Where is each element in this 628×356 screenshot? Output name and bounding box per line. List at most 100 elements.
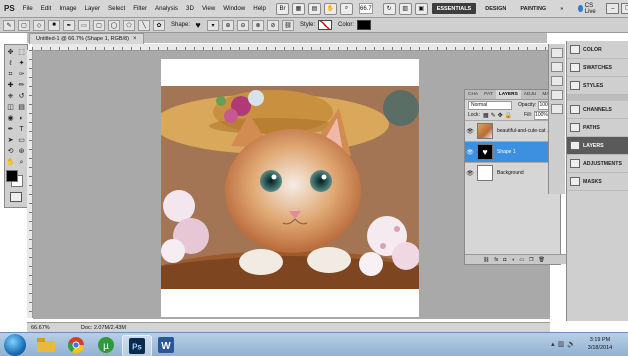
- workspace-design[interactable]: DESIGN: [480, 3, 511, 14]
- tool-preset-icon[interactable]: ✎: [3, 19, 15, 31]
- menu-image[interactable]: Image: [59, 5, 76, 12]
- rectangle-icon[interactable]: ▭: [78, 19, 90, 31]
- exclude-icon[interactable]: ⊘: [267, 19, 280, 31]
- actions-icon[interactable]: [551, 62, 563, 72]
- eyedropper-tool-icon[interactable]: ✑: [17, 70, 26, 79]
- dock-masks[interactable]: MASKS: [567, 173, 628, 191]
- quick-select-tool-icon[interactable]: ✦: [17, 59, 26, 68]
- rotate-view-icon[interactable]: ↻: [382, 2, 396, 15]
- document-tab[interactable]: Untitled-1 @ 66.7% (Shape 1, RGB/8) ×: [29, 33, 144, 44]
- dock-adjustments[interactable]: ADJUSTMENTS: [567, 155, 628, 173]
- polygon-icon[interactable]: ⬠: [123, 19, 135, 31]
- menu-layer[interactable]: Layer: [85, 5, 100, 12]
- close-tab-icon[interactable]: ×: [133, 36, 137, 42]
- info-icon[interactable]: [551, 76, 563, 86]
- fx-icon[interactable]: fx: [494, 257, 498, 263]
- add-mask-icon[interactable]: ◘: [503, 257, 506, 263]
- marquee-tool-icon[interactable]: ⬚: [17, 48, 26, 57]
- zoom-icon[interactable]: ⌕: [340, 2, 353, 15]
- shape-dropdown-icon[interactable]: ▾: [207, 19, 220, 31]
- tab-paths[interactable]: PAT: [481, 90, 496, 99]
- brush-tool-icon[interactable]: ✏: [17, 81, 26, 90]
- word-icon[interactable]: W: [152, 335, 180, 355]
- lock-position-icon[interactable]: ✥: [498, 112, 503, 119]
- foreground-color-swatch[interactable]: [6, 170, 18, 182]
- menu-file[interactable]: File: [23, 5, 33, 12]
- pen-tool-icon[interactable]: ✒: [6, 125, 15, 134]
- tab-layers[interactable]: LAYERS: [495, 90, 521, 99]
- lock-transparent-icon[interactable]: ▦: [483, 112, 489, 119]
- horizontal-ruler[interactable]: [32, 44, 550, 51]
- clock[interactable]: 3:19 PM 3/18/2014: [580, 336, 620, 352]
- gradient-tool-icon[interactable]: ▤: [17, 103, 26, 112]
- dodge-tool-icon[interactable]: ◐: [17, 114, 26, 123]
- subtract-icon[interactable]: ⊖: [237, 19, 250, 31]
- guides-icon[interactable]: ▤: [308, 2, 321, 15]
- status-doc-size[interactable]: Doc: 2.07M/2.43M: [81, 325, 126, 331]
- type-tool-icon[interactable]: T: [17, 125, 26, 134]
- ellipse-icon[interactable]: ◯: [108, 19, 120, 31]
- volume-icon[interactable]: 🔊: [567, 340, 576, 348]
- color-swatch[interactable]: [357, 20, 372, 30]
- hand-tool-icon[interactable]: ✋: [6, 158, 15, 167]
- character-icon[interactable]: [551, 90, 563, 100]
- lock-all-icon[interactable]: 🔒: [505, 112, 512, 119]
- menu-edit[interactable]: Edit: [41, 5, 52, 12]
- start-button[interactable]: [4, 334, 26, 356]
- tab-adjustments[interactable]: ADJU: [521, 90, 540, 99]
- new-group-icon[interactable]: ▭: [519, 257, 524, 263]
- workspace-painting[interactable]: PAINTING: [515, 3, 551, 14]
- healing-tool-icon[interactable]: ✚: [6, 81, 15, 90]
- pen-icon[interactable]: ✒: [63, 19, 75, 31]
- hand-icon[interactable]: ✋: [324, 2, 337, 15]
- bridge-icon[interactable]: Br: [276, 2, 289, 15]
- network-icon[interactable]: ▥: [558, 340, 565, 348]
- mini-bridge-icon[interactable]: ▦: [292, 2, 305, 15]
- intersect-icon[interactable]: ⊗: [252, 19, 265, 31]
- maximize-icon[interactable]: ❐: [621, 3, 628, 14]
- combine-icon[interactable]: ⊕: [222, 19, 235, 31]
- kitten-photo[interactable]: [161, 86, 419, 289]
- layer-background[interactable]: 👁 Background: [465, 162, 560, 183]
- fill-pixels-icon[interactable]: ■: [48, 19, 60, 31]
- eye-icon[interactable]: 👁: [465, 170, 475, 177]
- menu-window[interactable]: Window: [223, 5, 245, 12]
- dock-paths[interactable]: PATHS: [567, 119, 628, 137]
- arrange-icon[interactable]: ▥: [398, 2, 412, 15]
- paths-icon[interactable]: ◇: [33, 19, 45, 31]
- explorer-icon[interactable]: [32, 335, 60, 355]
- menu-help[interactable]: Help: [253, 5, 266, 12]
- shape-layers-icon[interactable]: ▢: [18, 19, 30, 31]
- stamp-tool-icon[interactable]: ⎈: [6, 92, 15, 101]
- paragraph-icon[interactable]: [551, 104, 563, 114]
- dock-swatches[interactable]: SWATCHES: [567, 59, 628, 77]
- dock-styles[interactable]: STYLES: [567, 77, 628, 95]
- adjustment-layer-icon[interactable]: ◑: [511, 257, 514, 263]
- link-layers-icon[interactable]: ⛓: [483, 257, 489, 263]
- zoom-tool-icon[interactable]: ⌕: [17, 158, 26, 167]
- menu-select[interactable]: Select: [108, 5, 125, 12]
- menu-analysis[interactable]: Analysis: [155, 5, 178, 12]
- path-select-tool-icon[interactable]: ➤: [6, 136, 15, 145]
- minimize-icon[interactable]: –: [606, 3, 620, 14]
- history-brush-icon[interactable]: ↺: [17, 92, 26, 101]
- blur-tool-icon[interactable]: ◉: [6, 114, 15, 123]
- heart-shape-icon[interactable]: ♥: [192, 20, 204, 30]
- chrome-icon[interactable]: [62, 335, 90, 355]
- quick-mask-icon[interactable]: [10, 192, 22, 202]
- eye-icon[interactable]: 👁: [465, 128, 475, 135]
- dock-layers[interactable]: LAYERS: [567, 137, 628, 155]
- utorrent-icon[interactable]: µ: [92, 335, 120, 355]
- workspace-more[interactable]: »: [555, 3, 568, 14]
- link-icon[interactable]: ⛓: [282, 19, 295, 31]
- 3d-rotate-tool-icon[interactable]: ⟲: [6, 147, 15, 156]
- screen-mode-icon[interactable]: ▣: [414, 2, 428, 15]
- zoom-level[interactable]: 66.7: [359, 3, 373, 14]
- style-swatch[interactable]: [318, 20, 333, 30]
- photoshop-taskbar-icon[interactable]: Ps: [122, 335, 152, 356]
- blend-mode-select[interactable]: Normal: [468, 100, 512, 110]
- shape-tool-icon[interactable]: ▭: [17, 136, 26, 145]
- custom-shape-icon[interactable]: ✿: [153, 19, 165, 31]
- 3d-orbit-tool-icon[interactable]: ⊛: [17, 147, 26, 156]
- crop-tool-icon[interactable]: ⌗: [6, 70, 15, 79]
